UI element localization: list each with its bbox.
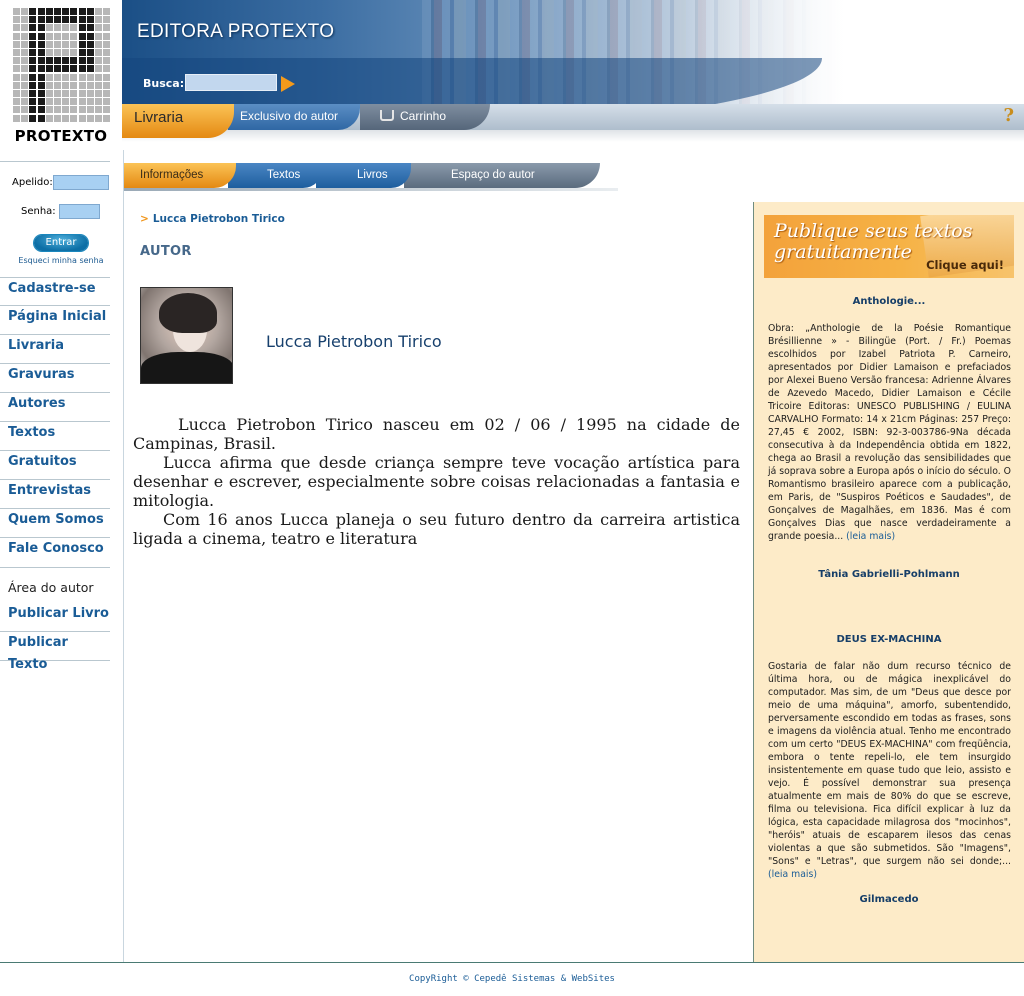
header-tabbar: Exclusivo do autor Livraria Carrinho [122,104,1024,142]
nav-item-pagina-inicial[interactable]: Página Inicial [0,306,110,335]
area-do-autor-heading: Área do autor [8,580,94,595]
nav-item-fale-conosco[interactable]: Fale Conosco [0,538,110,568]
site-title: EDITORA PROTEXTO [137,21,335,42]
article-author: Gilmacedo [859,894,919,905]
tab-carrinho[interactable]: Carrinho [360,104,490,130]
cart-icon [380,110,394,121]
nav-item-autores[interactable]: Autores [0,393,110,422]
bio-paragraph: Com 16 anos Lucca planeja o seu futuro d… [133,510,740,548]
article-title[interactable]: Anthologie... [764,296,1014,307]
logo-text: PROTEXTO [14,127,108,145]
promo-title-line: Publique seus textos [774,220,973,242]
apelido-label: Apelido: [12,177,53,188]
tab-livraria[interactable]: Livraria [122,104,234,138]
tab-espaco-do-autor[interactable]: Espaço do autor [404,163,600,188]
senha-label: Senha: [21,206,56,217]
search-input[interactable] [185,74,277,91]
search-label: Busca: [143,77,185,90]
logo[interactable]: PROTEXTO [0,0,122,150]
article-excerpt: Obra: „Anthologie de la Poésie Romantiqu… [768,322,1011,543]
author-photo [140,287,233,384]
breadcrumb-arrow-icon: > [140,213,149,225]
nav-item-textos[interactable]: Textos [0,422,110,451]
read-more-link[interactable]: (leia mais) [768,869,817,880]
divider [123,150,124,962]
author-bio: Lucca Pietrobon Tirico nasceu em 02 / 06… [133,415,740,548]
divider [0,161,110,162]
breadcrumb-item[interactable]: Lucca Pietrobon Tirico [153,213,285,225]
nav-item-entrevistas[interactable]: Entrevistas [0,480,110,509]
footer-divider [0,962,1024,963]
senha-field[interactable] [59,204,100,219]
nav-item-cadastre-se[interactable]: Cadastre-se [0,277,110,306]
publish-promo-banner[interactable]: Publique seus textos gratuitamente Clique… [764,215,1014,278]
nav-item-quem-somos[interactable]: Quem Somos [0,509,110,538]
logo-grid-icon [13,6,111,126]
nav-item-publicar-texto[interactable]: Publicar Texto [0,632,110,672]
promo-cta: Clique aqui! [926,258,1004,272]
bio-paragraph: Lucca afirma que desde criança sempre te… [133,453,740,510]
footer-copyright: CopyRight © Cepedê Sistemas & WebSites [409,974,615,984]
forgot-password-link[interactable]: Esqueci minha senha [0,256,122,265]
sidebar-nav: Cadastre-se Página Inicial Livraria Grav… [0,277,110,672]
read-more-link[interactable]: (leia mais) [846,531,895,542]
article-excerpt-text: Obra: „Anthologie de la Poésie Romantiqu… [768,323,1011,542]
tab-label: Livraria [134,109,184,126]
article-excerpt: Gostaria de falar não dum recurso técnic… [768,660,1011,881]
tab-informacoes[interactable]: Informações [124,163,236,188]
section-tabs: Espaço do autor Livros Textos Informaçõe… [124,163,618,191]
entrar-button[interactable]: Entrar [34,235,88,251]
nav-item-livraria[interactable]: Livraria [0,335,110,364]
section-title: AUTOR [140,244,192,259]
tab-label: Carrinho [400,109,447,123]
article-title[interactable]: DEUS EX-MACHINA [764,634,1014,645]
nav-item-gravuras[interactable]: Gravuras [0,364,110,393]
nav-item-gratuitos[interactable]: Gratuitos [0,451,110,480]
tab-livros[interactable]: Livros [316,163,411,188]
search-go-arrow-icon[interactable] [281,76,295,92]
breadcrumb: > Lucca Pietrobon Tirico [140,213,285,225]
article-excerpt-text: Gostaria de falar não dum recurso técnic… [768,661,1011,867]
promo-title-line: gratuitamente [774,241,912,263]
tab-textos[interactable]: Textos [228,163,323,188]
nav-item-publicar-livro[interactable]: Publicar Livro [0,603,110,632]
promo-title: Publique seus textos gratuitamente [774,221,972,263]
apelido-field[interactable] [53,175,109,190]
right-column: Publique seus textos gratuitamente Clique… [753,202,1024,962]
sidebar: Apelido: Senha: Entrar Esqueci minha sen… [0,150,123,672]
bio-paragraph: Lucca Pietrobon Tirico nasceu em 02 / 06… [133,415,740,453]
tab-label: Exclusivo do autor [240,109,339,123]
tab-exclusivo-do-autor[interactable]: Exclusivo do autor [228,104,360,130]
article-author: Tânia Gabrielli-Pohlmann [818,569,960,580]
author-name: Lucca Pietrobon Tirico [266,332,442,351]
header-banner: EDITORA PROTEXTO Busca: Exclusivo do aut… [122,0,1024,142]
help-icon[interactable]: ? [1003,105,1014,126]
